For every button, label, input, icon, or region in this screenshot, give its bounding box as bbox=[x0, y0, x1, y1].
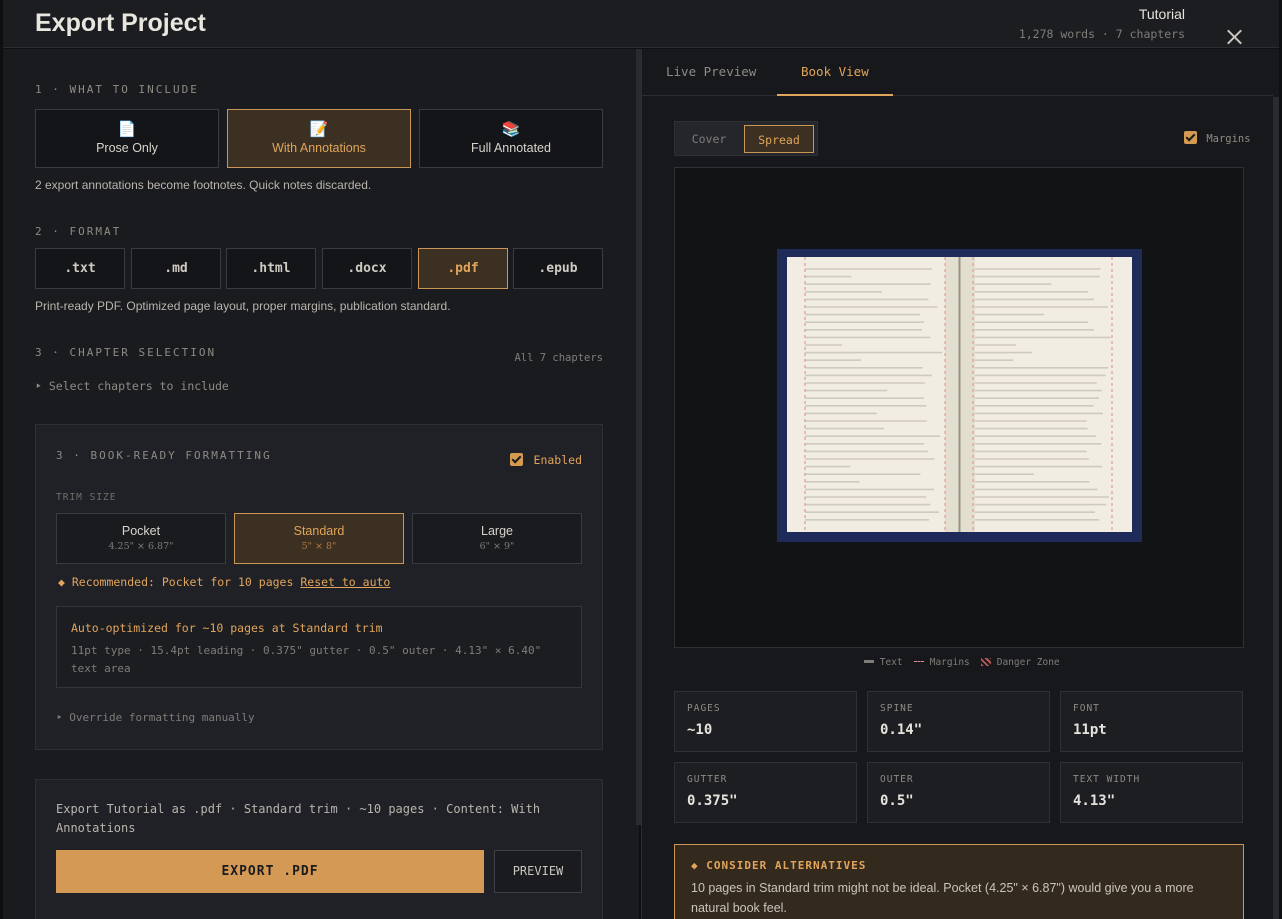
margins-toggle[interactable]: Margins bbox=[1184, 131, 1251, 145]
include-option-label: With Annotations bbox=[272, 141, 366, 155]
stat-value: 0.5" bbox=[880, 793, 914, 809]
format-html[interactable]: .html bbox=[226, 248, 316, 289]
margin-swatch bbox=[914, 661, 924, 662]
enabled-checkbox[interactable] bbox=[509, 453, 523, 466]
reset-to-auto-link[interactable]: Reset to auto bbox=[300, 575, 390, 589]
include-option-label: Full Annotated bbox=[471, 141, 551, 155]
format-md[interactable]: .md bbox=[131, 248, 221, 289]
enabled-toggle[interactable]: Enabled bbox=[509, 453, 582, 467]
auto-optimized-box: Auto-optimized for ~10 pages at Standard… bbox=[56, 606, 582, 688]
auto-detail: 11pt type · 15.4pt leading · 0.375" gutt… bbox=[71, 644, 542, 675]
include-full-annotated[interactable]: 📚 Full Annotated bbox=[419, 109, 603, 168]
legend-text: Text bbox=[864, 657, 903, 668]
book-heading: 3 · BOOK-READY FORMATTING bbox=[56, 449, 272, 462]
stat-value: ~10 bbox=[687, 722, 713, 738]
trim-size: 6" × 9" bbox=[479, 541, 515, 552]
stat-key: OUTER bbox=[880, 774, 914, 785]
books-icon: 📚 bbox=[501, 121, 521, 138]
stat-font: FONT 11pt bbox=[1060, 691, 1243, 752]
preview-tabs: Live Preview Book View bbox=[642, 49, 1273, 96]
export-options-panel: 1 · WHAT TO INCLUDE 📄 Prose Only 📝 With … bbox=[3, 49, 639, 919]
legend-text-label: Text bbox=[879, 657, 903, 668]
stat-spine: SPINE 0.14" bbox=[867, 691, 1050, 752]
trim-heading: TRIM SIZE bbox=[56, 492, 117, 503]
left-page bbox=[787, 257, 959, 532]
export-card: Export Tutorial as .pdf · Standard trim … bbox=[35, 779, 603, 919]
trim-label: Standard bbox=[293, 524, 345, 538]
stat-value: 0.14" bbox=[880, 722, 923, 738]
include-note: 2 export annotations become footnotes. Q… bbox=[35, 178, 372, 192]
stat-value: 0.375" bbox=[687, 793, 738, 809]
format-heading: 2 · FORMAT bbox=[35, 225, 122, 238]
book-spread bbox=[777, 249, 1142, 542]
alternatives-text: 10 pages in Standard trim might not be i… bbox=[691, 881, 1194, 915]
alternatives-callout: ◆ CONSIDER ALTERNATIVES 10 pages in Stan… bbox=[674, 844, 1244, 919]
format-txt[interactable]: .txt bbox=[35, 248, 125, 289]
margins-label: Margins bbox=[1206, 133, 1251, 145]
enabled-label: Enabled bbox=[533, 453, 582, 467]
recommendation: ◆ Recommended: Pocket for 10 pages Reset… bbox=[58, 575, 390, 589]
trim-size: 5" × 8" bbox=[301, 541, 337, 552]
chapters-count: All 7 chapters bbox=[514, 352, 603, 364]
include-heading: 1 · WHAT TO INCLUDE bbox=[35, 83, 199, 96]
preview-button[interactable]: PREVIEW bbox=[494, 850, 582, 893]
legend-danger: Danger Zone bbox=[981, 657, 1060, 668]
right-page bbox=[960, 257, 1132, 532]
legend-danger-label: Danger Zone bbox=[996, 657, 1060, 668]
book-spread-preview bbox=[674, 167, 1244, 648]
export-button[interactable]: EXPORT .PDF bbox=[56, 850, 484, 893]
close-icon[interactable] bbox=[1223, 26, 1245, 48]
trim-label: Large bbox=[481, 524, 513, 538]
include-prose-only[interactable]: 📄 Prose Only bbox=[35, 109, 219, 168]
recommendation-text: ◆ Recommended: Pocket for 10 pages bbox=[58, 575, 294, 589]
stat-key: FONT bbox=[1073, 703, 1100, 714]
modal-title: Export Project bbox=[35, 9, 206, 37]
export-summary: Export Tutorial as .pdf · Standard trim … bbox=[56, 802, 541, 835]
right-scrollbar[interactable] bbox=[1273, 97, 1279, 919]
project-meta: 1,278 words · 7 chapters bbox=[1018, 27, 1185, 41]
project-name: Tutorial bbox=[1138, 6, 1185, 22]
format-note: Print-ready PDF. Optimized page layout, … bbox=[35, 299, 451, 313]
stat-key: PAGES bbox=[687, 703, 721, 714]
legend-margins: Margins bbox=[914, 657, 970, 668]
override-disclosure[interactable]: ‣ Override formatting manually bbox=[56, 711, 255, 724]
chapters-disclosure[interactable]: ‣ Select chapters to include bbox=[35, 379, 229, 393]
include-option-label: Prose Only bbox=[96, 141, 158, 155]
trim-standard[interactable]: Standard 5" × 8" bbox=[234, 513, 404, 564]
format-pdf[interactable]: .pdf bbox=[418, 248, 508, 289]
alternatives-title: ◆ CONSIDER ALTERNATIVES bbox=[691, 859, 867, 872]
chapters-heading: 3 · CHAPTER SELECTION bbox=[35, 346, 217, 359]
modal-header: Export Project Tutorial 1,278 words · 7 … bbox=[3, 0, 1279, 48]
stat-key: GUTTER bbox=[687, 774, 728, 785]
preview-panel: Live Preview Book View Cover Spread Marg… bbox=[641, 49, 1279, 919]
stat-value: 4.13" bbox=[1073, 793, 1116, 809]
tab-book-view[interactable]: Book View bbox=[777, 49, 893, 96]
memo-icon: 📝 bbox=[309, 121, 329, 138]
stat-key: SPINE bbox=[880, 703, 914, 714]
stat-value: 11pt bbox=[1073, 722, 1107, 738]
stat-pages: PAGES ~10 bbox=[674, 691, 857, 752]
trim-size: 4.25" × 6.87" bbox=[108, 541, 174, 552]
auto-title: Auto-optimized for ~10 pages at Standard… bbox=[71, 621, 383, 635]
book-formatting-card: 3 · BOOK-READY FORMATTING Enabled TRIM S… bbox=[35, 424, 603, 750]
stat-gutter: GUTTER 0.375" bbox=[674, 762, 857, 823]
stat-outer: OUTER 0.5" bbox=[867, 762, 1050, 823]
margins-checkbox[interactable] bbox=[1184, 131, 1197, 144]
trim-large[interactable]: Large 6" × 9" bbox=[412, 513, 582, 564]
format-docx[interactable]: .docx bbox=[322, 248, 412, 289]
format-epub[interactable]: .epub bbox=[513, 248, 603, 289]
page-icon: 📄 bbox=[117, 121, 137, 138]
trim-pocket[interactable]: Pocket 4.25" × 6.87" bbox=[56, 513, 226, 564]
legend-margins-label: Margins bbox=[929, 657, 970, 668]
trim-label: Pocket bbox=[121, 524, 161, 538]
view-cover[interactable]: Cover bbox=[678, 125, 740, 153]
tab-live-preview[interactable]: Live Preview bbox=[642, 49, 780, 96]
view-mode-toggle: Cover Spread bbox=[674, 121, 818, 156]
danger-swatch bbox=[981, 658, 991, 666]
stat-key: TEXT WIDTH bbox=[1073, 774, 1141, 785]
view-spread[interactable]: Spread bbox=[744, 125, 814, 153]
stat-text-width: TEXT WIDTH 4.13" bbox=[1060, 762, 1243, 823]
include-with-annotations[interactable]: 📝 With Annotations bbox=[227, 109, 411, 168]
text-swatch bbox=[864, 660, 874, 663]
